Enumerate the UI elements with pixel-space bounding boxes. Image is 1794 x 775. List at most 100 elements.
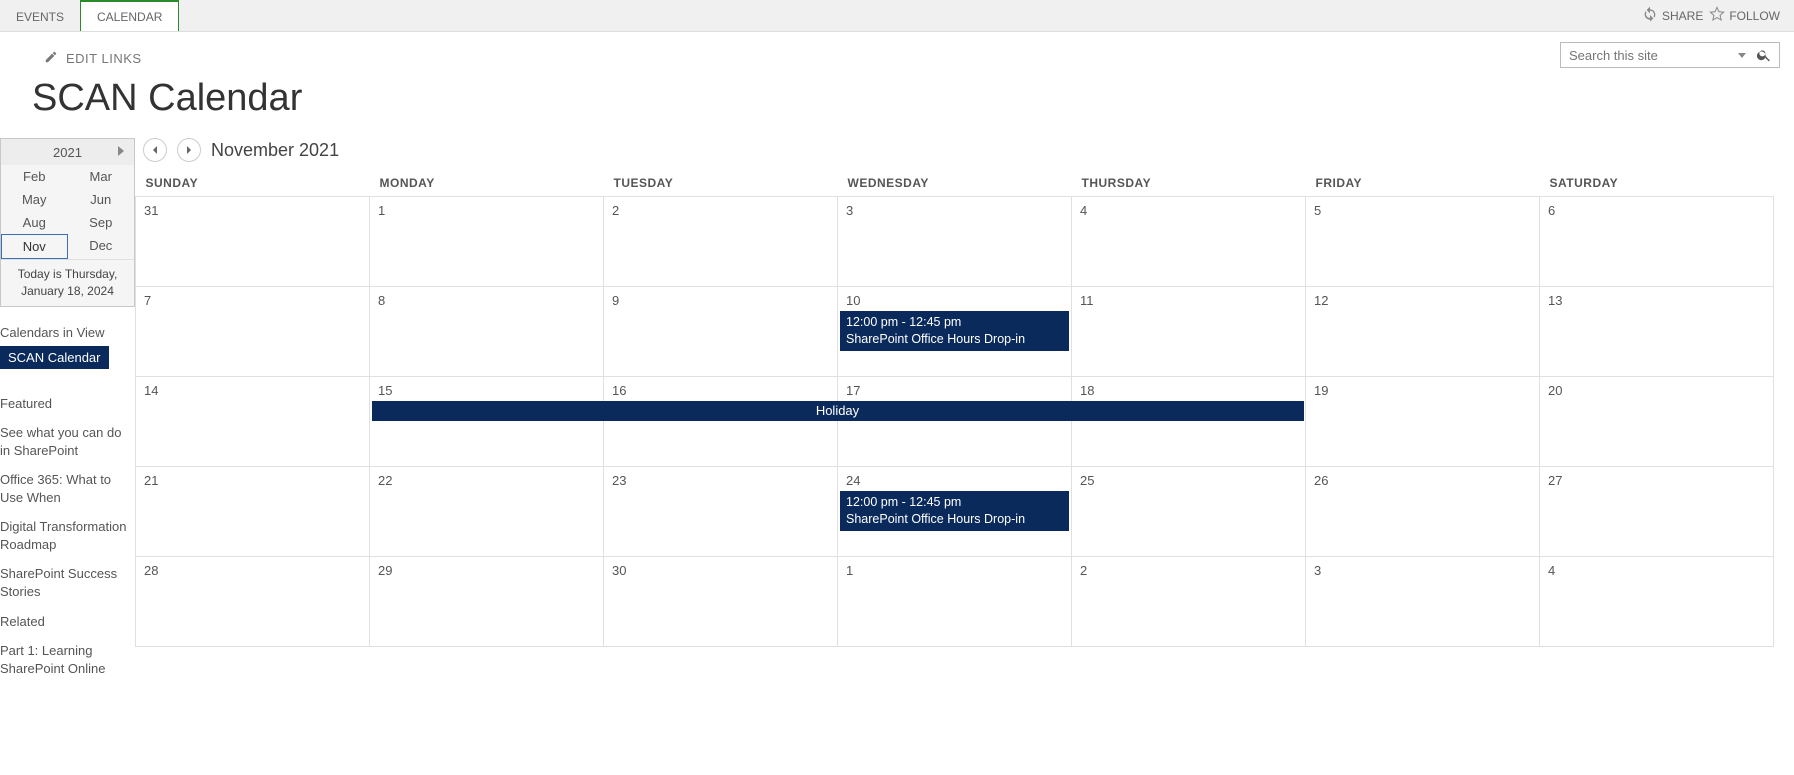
day-number: 1 <box>370 197 603 224</box>
day-header: SUNDAY <box>136 170 370 197</box>
sidebar-link-3[interactable]: Digital Transformation Roadmap <box>0 512 135 559</box>
day-header: SATURDAY <box>1540 170 1774 197</box>
mini-month-mar[interactable]: Mar <box>68 165 135 188</box>
day-cell[interactable]: 2 <box>1072 557 1306 647</box>
day-cell[interactable]: 17 <box>838 377 1072 467</box>
tab-calendar[interactable]: CALENDAR <box>80 0 179 31</box>
day-cell[interactable]: 21 <box>136 467 370 557</box>
day-cell[interactable]: 1012:00 pm - 12:45 pmSharePoint Office H… <box>838 287 1072 377</box>
mini-month-jun[interactable]: Jun <box>68 188 135 211</box>
day-cell[interactable]: 14 <box>136 377 370 467</box>
day-cell[interactable]: 30 <box>604 557 838 647</box>
day-cell[interactable]: 5 <box>1306 197 1540 287</box>
follow-button[interactable]: FOLLOW <box>1709 6 1780 25</box>
mini-next-icon[interactable] <box>118 146 124 156</box>
day-number: 4 <box>1072 197 1305 224</box>
day-cell[interactable]: 28 <box>136 557 370 647</box>
day-number: 8 <box>370 287 603 314</box>
search-input[interactable] <box>1560 42 1780 68</box>
day-number: 7 <box>136 287 369 314</box>
event-sharepoint-hours[interactable]: 12:00 pm - 12:45 pmSharePoint Office Hou… <box>840 311 1069 351</box>
sidebar-link-4[interactable]: SharePoint Success Stories <box>0 559 135 606</box>
day-cell[interactable]: 6 <box>1540 197 1774 287</box>
next-month-button[interactable] <box>177 138 201 162</box>
day-number: 21 <box>136 467 369 494</box>
star-icon <box>1709 6 1725 25</box>
prev-month-button[interactable] <box>143 138 167 162</box>
mini-month-sep[interactable]: Sep <box>68 211 135 234</box>
tab-events[interactable]: EVENTS <box>0 0 80 31</box>
day-number: 6 <box>1540 197 1773 224</box>
day-number: 29 <box>370 557 603 584</box>
calendar-month-title: November 2021 <box>211 140 339 161</box>
event-holiday[interactable]: Holiday <box>372 401 1304 421</box>
day-number: 23 <box>604 467 837 494</box>
ribbon: EVENTS CALENDAR SHARE FOLLOW <box>0 0 1794 32</box>
day-cell[interactable]: 9 <box>604 287 838 377</box>
day-cell[interactable]: 25 <box>1072 467 1306 557</box>
day-header: FRIDAY <box>1306 170 1540 197</box>
day-number: 10 <box>838 287 1071 314</box>
day-cell[interactable]: 3 <box>838 197 1072 287</box>
left-column: 2021 FebMarMayJunAugSepNovDec Today is T… <box>0 138 135 683</box>
day-number: 9 <box>604 287 837 314</box>
day-cell[interactable]: 3 <box>1306 557 1540 647</box>
day-number: 2 <box>1072 557 1305 584</box>
pencil-icon <box>44 50 58 67</box>
sidebar-link-1[interactable]: See what you can do in SharePoint <box>0 418 135 465</box>
day-cell[interactable]: 16 <box>604 377 838 467</box>
day-cell[interactable]: 1 <box>838 557 1072 647</box>
mini-year-header[interactable]: 2021 <box>1 139 134 165</box>
day-number: 22 <box>370 467 603 494</box>
sidebar-link-0[interactable]: Featured <box>0 389 135 419</box>
day-number: 24 <box>838 467 1071 494</box>
calendars-in-view-label: Calendars in View <box>0 321 135 346</box>
day-cell[interactable]: 15 <box>370 377 604 467</box>
search-scope-dropdown-icon[interactable] <box>1738 53 1746 58</box>
mini-date-picker: 2021 FebMarMayJunAugSepNovDec Today is T… <box>0 138 135 307</box>
day-cell[interactable]: 4 <box>1540 557 1774 647</box>
sidebar-link-2[interactable]: Office 365: What to Use When <box>0 465 135 512</box>
event-time: 12:00 pm - 12:45 pm <box>846 314 1063 331</box>
day-cell[interactable]: 7 <box>136 287 370 377</box>
mini-month-feb[interactable]: Feb <box>1 165 68 188</box>
today-label[interactable]: Today is Thursday, January 18, 2024 <box>1 259 134 306</box>
day-cell[interactable]: 13 <box>1540 287 1774 377</box>
day-cell[interactable]: 8 <box>370 287 604 377</box>
day-header: THURSDAY <box>1072 170 1306 197</box>
event-sharepoint-hours[interactable]: 12:00 pm - 12:45 pmSharePoint Office Hou… <box>840 491 1069 531</box>
day-cell[interactable]: 29 <box>370 557 604 647</box>
day-cell[interactable]: 27 <box>1540 467 1774 557</box>
day-cell[interactable]: 1 <box>370 197 604 287</box>
day-cell[interactable]: 31 <box>136 197 370 287</box>
edit-links[interactable]: EDIT LINKS <box>66 51 142 66</box>
day-cell[interactable]: 18 <box>1072 377 1306 467</box>
day-cell[interactable]: 19 <box>1306 377 1540 467</box>
share-label: SHARE <box>1662 9 1703 23</box>
mini-month-may[interactable]: May <box>1 188 68 211</box>
top-nav: EDIT LINKS <box>0 32 1794 73</box>
day-cell[interactable]: 26 <box>1306 467 1540 557</box>
day-cell[interactable]: 20 <box>1540 377 1774 467</box>
day-cell[interactable]: 23 <box>604 467 838 557</box>
day-number: 13 <box>1540 287 1773 314</box>
day-cell[interactable]: 22 <box>370 467 604 557</box>
day-cell[interactable]: 11 <box>1072 287 1306 377</box>
mini-month-nov[interactable]: Nov <box>1 234 68 259</box>
mini-year-label: 2021 <box>53 145 82 160</box>
share-button[interactable]: SHARE <box>1642 6 1703 25</box>
day-cell[interactable]: 12 <box>1306 287 1540 377</box>
day-cell[interactable]: 2412:00 pm - 12:45 pmSharePoint Office H… <box>838 467 1072 557</box>
mini-month-aug[interactable]: Aug <box>1 211 68 234</box>
search-go-button[interactable] <box>1756 47 1772 66</box>
day-number: 4 <box>1540 557 1773 584</box>
day-cell[interactable]: 4 <box>1072 197 1306 287</box>
sidebar-link-6[interactable]: Part 1: Learning SharePoint Online <box>0 636 135 683</box>
calendar-overlay-item[interactable]: SCAN Calendar <box>0 346 109 369</box>
mini-month-dec[interactable]: Dec <box>68 234 135 259</box>
day-number: 14 <box>136 377 369 404</box>
event-time: 12:00 pm - 12:45 pm <box>846 494 1063 511</box>
day-cell[interactable]: 2 <box>604 197 838 287</box>
day-number: 3 <box>1306 557 1539 584</box>
sidebar-link-5[interactable]: Related <box>0 607 135 637</box>
